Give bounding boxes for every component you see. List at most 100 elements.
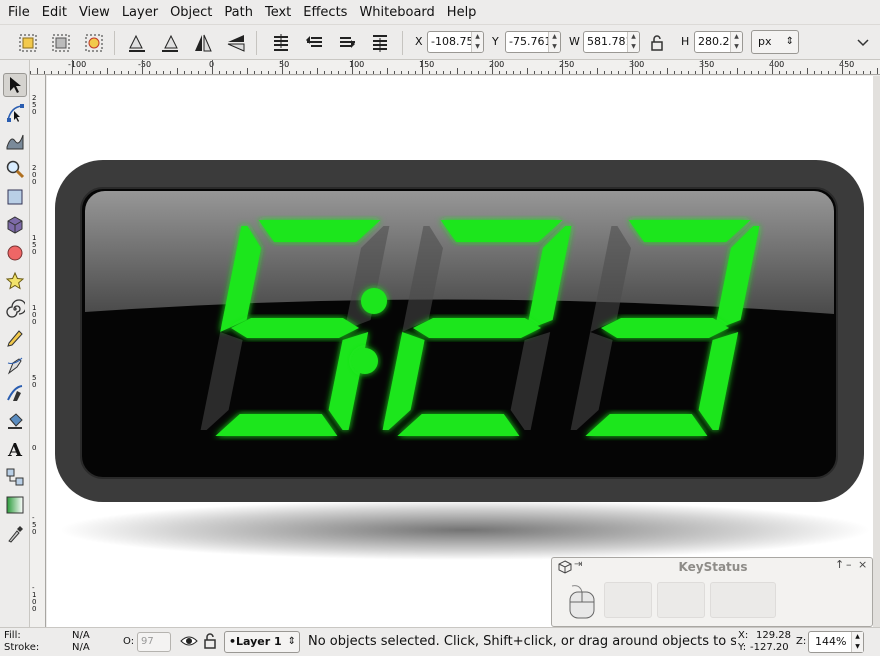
colon-dot-2 <box>352 348 378 374</box>
lower-to-bottom-icon[interactable] <box>268 30 294 56</box>
ruler-label: 100 <box>32 304 37 326</box>
connector-tool-icon[interactable] <box>3 465 27 489</box>
colon-dot-1 <box>361 288 387 314</box>
rectangle-tool-icon[interactable] <box>3 185 27 209</box>
panel-minimize-icon[interactable]: – <box>846 558 852 571</box>
select-all-icon[interactable] <box>15 30 41 56</box>
fill-value[interactable]: N/A <box>72 630 90 641</box>
unit-select[interactable]: px ⇕ <box>751 30 799 54</box>
zoom-tool-icon[interactable] <box>3 157 27 181</box>
digit-1-segment-g-on <box>231 318 359 338</box>
svg-text:A: A <box>7 440 23 459</box>
lower-icon[interactable] <box>334 30 360 56</box>
horizontal-ruler[interactable]: -100 -50 0 50 100 150 200 250 300 350 40… <box>30 60 880 75</box>
deselect-icon[interactable] <box>81 30 107 56</box>
status-message: No objects selected. Click, Shift+click,… <box>308 634 736 649</box>
ruler-label: -50 <box>32 514 37 536</box>
dropper-tool-icon[interactable] <box>3 521 27 545</box>
x-label: X <box>415 35 423 48</box>
star-tool-icon[interactable] <box>3 269 27 293</box>
lock-icon[interactable] <box>203 633 217 653</box>
cursor-x-label: X: <box>738 630 749 641</box>
menu-view[interactable]: View <box>73 0 116 25</box>
menu-edit[interactable]: Edit <box>36 0 73 25</box>
pen-tool-icon[interactable] <box>3 353 27 377</box>
digit-3-segment-g-on <box>601 318 729 338</box>
ruler-label: 250 <box>32 94 37 116</box>
rotate-ccw-icon[interactable] <box>124 30 150 56</box>
vertical-scrollbar[interactable] <box>873 76 880 627</box>
flip-horizontal-icon[interactable] <box>190 30 216 56</box>
node-tool-icon[interactable] <box>3 101 27 125</box>
spiral-tool-icon[interactable] <box>3 297 27 321</box>
tool-controls-bar: X -108.75 ▲ ▼ Y -75.761 ▲ ▼ W 581.781 ▲ ▼ H 28… <box>0 25 880 60</box>
panel-up-icon[interactable]: ↑ <box>835 558 844 571</box>
vertical-ruler[interactable]: 250 200 150 100 50 0 -50 -100 <box>30 75 46 627</box>
fill-label: Fill: <box>4 630 21 641</box>
drawing-canvas[interactable] <box>47 76 873 627</box>
selector-tool-icon[interactable] <box>3 73 27 97</box>
keystatus-panel: ⇥ KeyStatus ↑ – × <box>551 557 873 627</box>
toolbar-overflow-chevron-icon[interactable] <box>850 30 876 56</box>
pencil-tool-icon[interactable] <box>3 325 27 349</box>
cursor-x-value: 129.28 <box>756 630 791 641</box>
key-indicator <box>604 582 652 618</box>
calligraphy-tool-icon[interactable] <box>3 381 27 405</box>
stroke-value[interactable]: N/A <box>72 642 90 653</box>
stroke-label: Stroke: <box>4 642 40 653</box>
ellipse-tool-icon[interactable] <box>3 241 27 265</box>
panel-close-icon[interactable]: × <box>858 558 867 571</box>
toolbox: A <box>0 60 30 627</box>
ruler-label: -50 <box>138 60 152 69</box>
rotate-cw-icon[interactable] <box>157 30 183 56</box>
menu-bar: File Edit View Layer Object Path Text Ef… <box>0 0 880 25</box>
menu-file[interactable]: File <box>2 0 36 25</box>
cursor-y-value: -127.20 <box>750 642 789 653</box>
opacity-label: O: <box>123 636 135 647</box>
cursor-y-label: Y: <box>738 642 747 653</box>
w-field[interactable]: 581.781 ▲ ▼ <box>583 31 640 53</box>
lock-ratio-icon[interactable] <box>644 30 670 56</box>
key-indicator <box>657 582 705 618</box>
w-label: W <box>569 35 580 48</box>
key-indicator <box>710 582 776 618</box>
menu-object[interactable]: Object <box>164 0 218 25</box>
h-field[interactable]: 280.230 ▲ ▼ <box>694 31 743 53</box>
menu-text[interactable]: Text <box>259 0 297 25</box>
select-all-layers-icon[interactable] <box>48 30 74 56</box>
tweak-tool-icon[interactable] <box>3 129 27 153</box>
y-label: Y <box>492 35 499 48</box>
ruler-label: -100 <box>68 60 87 69</box>
layer-select[interactable]: •Layer 1 ⇕ <box>224 631 300 653</box>
x-field[interactable]: -108.75 ▲ ▼ <box>427 31 484 53</box>
ruler-label: 150 <box>32 234 37 256</box>
raise-to-top-icon[interactable] <box>367 30 393 56</box>
zoom-field[interactable]: 144% ▲ ▼ <box>808 631 864 653</box>
eye-icon[interactable] <box>180 634 198 652</box>
opacity-field[interactable]: 97 <box>137 632 171 652</box>
clock-shadow <box>60 500 870 560</box>
ruler-label: 0 <box>32 444 37 452</box>
gradient-tool-icon[interactable] <box>3 493 27 517</box>
ruler-label: 50 <box>279 60 290 69</box>
raise-icon[interactable] <box>301 30 327 56</box>
menu-help[interactable]: Help <box>441 0 483 25</box>
3d-box-tool-icon[interactable] <box>3 213 27 237</box>
ruler-label: 50 <box>32 374 37 389</box>
layer-chevron-icon: ⇕ <box>287 636 296 647</box>
menu-path[interactable]: Path <box>218 0 259 25</box>
ruler-label: -100 <box>32 584 37 613</box>
h-label: H <box>681 35 690 48</box>
flip-vertical-icon[interactable] <box>223 30 249 56</box>
paint-bucket-tool-icon[interactable] <box>3 409 27 433</box>
menu-effects[interactable]: Effects <box>297 0 353 25</box>
digital-clock-drawing <box>55 160 870 560</box>
text-tool-icon[interactable]: A <box>3 437 27 461</box>
menu-layer[interactable]: Layer <box>116 0 164 25</box>
status-bar: Fill: N/A Stroke: N/A O: 97 •Layer 1 ⇕ No… <box>0 627 880 656</box>
ruler-label: 200 <box>32 164 37 186</box>
digit-2-segment-g-on <box>413 318 541 338</box>
y-field[interactable]: -75.761 ▲ ▼ <box>505 31 561 53</box>
unit-chevron-icon: ⇕ <box>785 36 794 47</box>
menu-whiteboard[interactable]: Whiteboard <box>353 0 440 25</box>
